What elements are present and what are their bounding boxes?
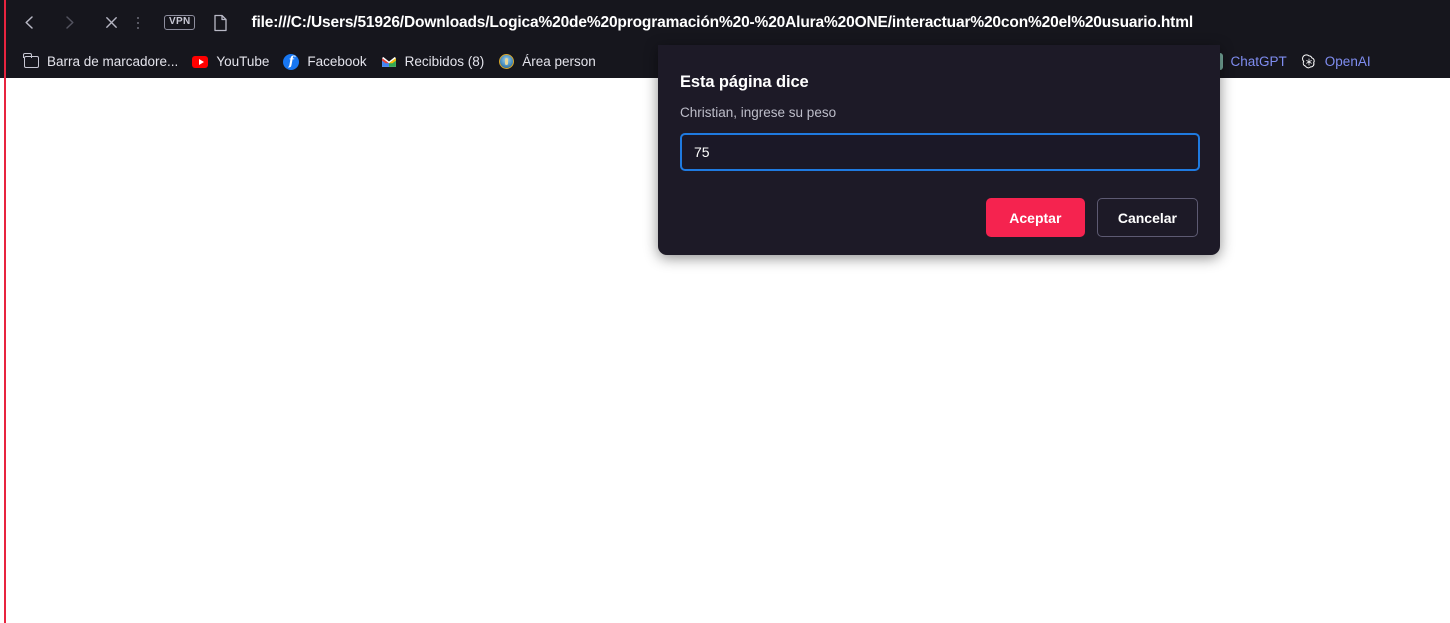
bookmark-label: ChatGPT bbox=[1230, 53, 1287, 69]
accept-button[interactable]: Aceptar bbox=[985, 198, 1085, 237]
dialog-actions: Aceptar Cancelar bbox=[680, 198, 1198, 237]
vpn-badge[interactable]: VPN bbox=[164, 15, 196, 30]
bookmark-item-youtube[interactable]: YouTube bbox=[185, 49, 276, 75]
address-bar[interactable]: file:///C:/Users/51926/Downloads/Logica%… bbox=[251, 14, 1450, 32]
javascript-prompt-dialog: Esta página dice Christian, ingrese su p… bbox=[658, 45, 1220, 255]
facebook-icon: f bbox=[283, 53, 300, 70]
vertical-dots-icon[interactable] bbox=[130, 6, 146, 40]
cancel-button[interactable]: Cancelar bbox=[1096, 198, 1198, 237]
bookmark-label: Barra de marcadore... bbox=[47, 53, 179, 69]
bookmark-item-openai[interactable]: OpenAI bbox=[1294, 49, 1378, 75]
gmail-icon bbox=[381, 54, 397, 70]
bookmark-label: Recibidos (8) bbox=[404, 53, 485, 69]
close-x-icon bbox=[103, 14, 120, 31]
window-accent-stripe bbox=[4, 0, 6, 623]
bookmark-item-facebook[interactable]: f Facebook bbox=[276, 49, 373, 75]
chevron-left-icon bbox=[21, 14, 38, 31]
bookmark-label: Facebook bbox=[307, 53, 367, 69]
dialog-message: Christian, ingrese su peso bbox=[680, 105, 837, 120]
browser-window: VPN file:///C:/Users/51926/Downloads/Log… bbox=[0, 0, 1450, 623]
bookmark-label: OpenAI bbox=[1324, 53, 1371, 69]
bookmark-item-gmail-inbox[interactable]: Recibidos (8) bbox=[374, 49, 492, 75]
folder-icon bbox=[23, 52, 39, 70]
forward-button[interactable] bbox=[52, 6, 86, 40]
avatar-favicon-icon bbox=[498, 54, 514, 70]
dialog-title: Esta página dice bbox=[680, 73, 809, 91]
bookmark-item-bookmarks-folder[interactable]: Barra de marcadore... bbox=[16, 49, 185, 75]
openai-icon bbox=[1301, 53, 1317, 70]
bookmark-label: Área person bbox=[522, 53, 596, 69]
youtube-icon bbox=[192, 54, 209, 70]
document-icon bbox=[211, 13, 229, 33]
back-button[interactable] bbox=[12, 6, 46, 40]
bookmark-label: YouTube bbox=[216, 53, 270, 69]
browser-toolbar: VPN file:///C:/Users/51926/Downloads/Log… bbox=[0, 0, 1450, 45]
chevron-right-icon bbox=[61, 14, 78, 31]
stop-loading-button[interactable] bbox=[94, 6, 128, 40]
prompt-input[interactable] bbox=[680, 133, 1200, 171]
bookmark-item-area-personal[interactable]: Área person bbox=[491, 49, 603, 75]
